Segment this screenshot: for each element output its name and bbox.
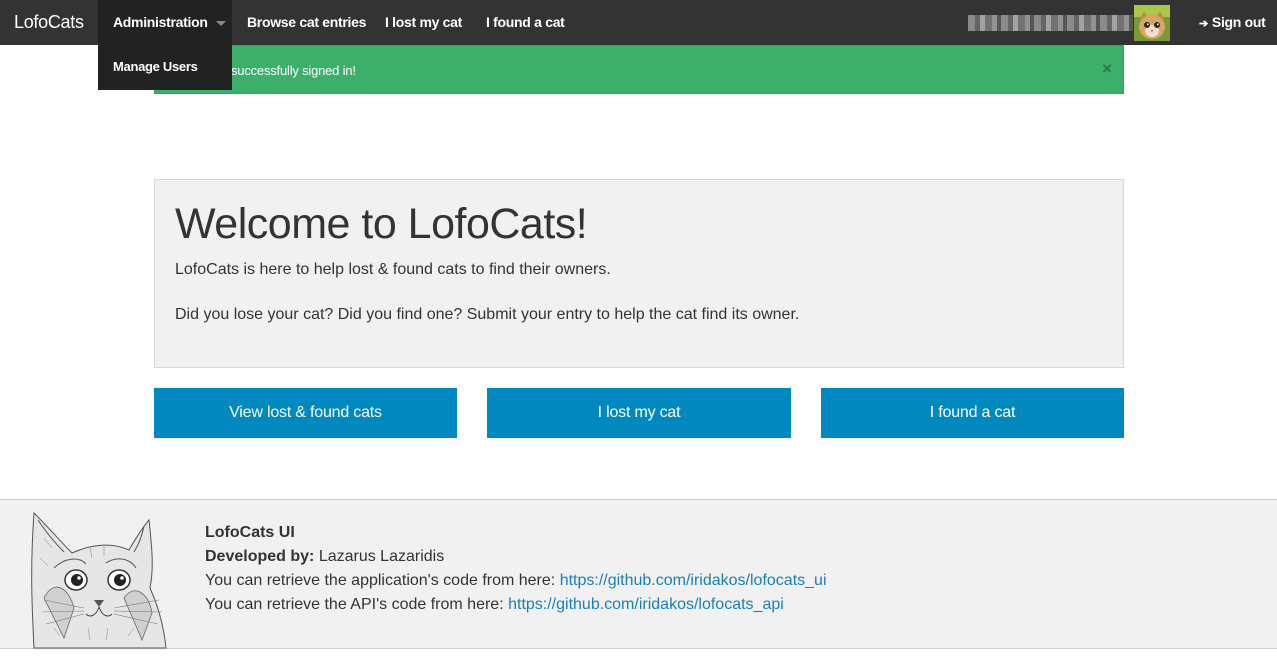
- sign-out-icon: ➔: [1199, 18, 1208, 30]
- caret-down-icon: [215, 20, 226, 26]
- footer-api-code: You can retrieve the API's code from her…: [205, 596, 784, 614]
- user-avatar[interactable]: [1134, 5, 1170, 41]
- footer: LofoCats UI Developed by: Lazarus Lazari…: [0, 499, 1277, 649]
- alert-message: successfully signed in!: [231, 63, 356, 78]
- username-redacted[interactable]: [968, 15, 1133, 31]
- footer-title: LofoCats UI: [205, 524, 295, 541]
- developed-by-label: Developed by:: [205, 548, 315, 565]
- sign-out-link[interactable]: ➔ Sign out: [1199, 0, 1266, 45]
- app-code-link[interactable]: https://github.com/iridakos/lofocats_ui: [560, 572, 827, 589]
- view-lost-found-cats-button[interactable]: View lost & found cats: [154, 388, 457, 438]
- footer-developer: Developed by: Lazarus Lazaridis: [205, 548, 444, 566]
- nav-administration-label: Administration: [113, 14, 208, 30]
- app-code-text: You can retrieve the application's code …: [205, 572, 556, 589]
- menu-item-manage-users[interactable]: Manage Users: [113, 59, 198, 74]
- developer-name: Lazarus Lazaridis: [318, 548, 445, 565]
- welcome-cta-text: Did you lose your cat? Did you find one?…: [175, 306, 800, 323]
- api-code-link[interactable]: https://github.com/iridakos/lofocats_api: [508, 596, 784, 613]
- api-code-text: You can retrieve the API's code from her…: [205, 596, 504, 613]
- cat-illustration: [24, 508, 184, 650]
- nav-browse-cat-entries[interactable]: Browse cat entries: [247, 0, 366, 45]
- nav-i-found-a-cat[interactable]: I found a cat: [486, 0, 565, 45]
- sign-out-label: Sign out: [1211, 14, 1266, 30]
- brand-link[interactable]: LofoCats: [14, 12, 84, 33]
- welcome-panel: Welcome to LofoCats! LofoCats is here to…: [154, 179, 1124, 368]
- top-navbar: LofoCats Administration Browse cat entri…: [0, 0, 1277, 45]
- footer-app-code: You can retrieve the application's code …: [205, 572, 827, 590]
- administration-dropdown-menu: Manage Users: [98, 45, 232, 90]
- welcome-title: Welcome to LofoCats!: [175, 200, 588, 248]
- nav-administration[interactable]: Administration: [98, 0, 232, 45]
- nav-i-lost-my-cat[interactable]: I lost my cat: [385, 0, 462, 45]
- alert-close-button[interactable]: ×: [1102, 59, 1112, 79]
- i-found-a-cat-button[interactable]: I found a cat: [821, 388, 1124, 438]
- i-lost-my-cat-button[interactable]: I lost my cat: [487, 388, 791, 438]
- success-alert: successfully signed in! ×: [154, 45, 1124, 94]
- welcome-intro-text: LofoCats is here to help lost & found ca…: [175, 261, 611, 278]
